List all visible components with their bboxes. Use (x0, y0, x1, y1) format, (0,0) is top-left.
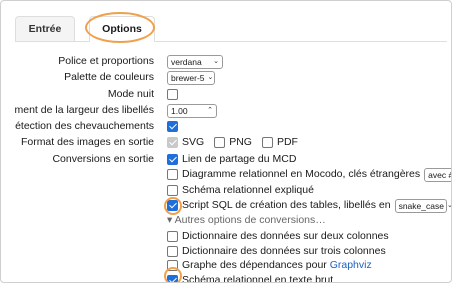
dict-three-row: Dictionnaire des données sur trois colon… (1, 244, 451, 259)
overlap-row: étection des chevauchements (1, 119, 451, 134)
case-select-value: snake_case (398, 200, 444, 211)
label-width-value: 1.00 (171, 105, 188, 116)
options-panel: Entrée Options Police et proportions ver… (0, 0, 452, 283)
sql-script-label: Script SQL de création des tables, libel… (182, 199, 391, 211)
graphviz-link[interactable]: Graphviz (330, 258, 372, 273)
palette-select[interactable]: brewer-5 ⌄ (167, 70, 215, 85)
sql-script-row: Script SQL de création des tables, libel… (1, 198, 451, 213)
tab-options[interactable]: Options (89, 16, 155, 42)
case-select[interactable]: snake_case ⌄ (394, 198, 451, 213)
palette-row: Palette de couleurs brewer-5 ⌄ (1, 70, 451, 85)
font-row: Police et proportions verdana ⌄ (1, 54, 451, 69)
foreign-key-value: avec # (428, 169, 452, 180)
graph-checkbox[interactable] (167, 260, 178, 271)
pdf-checkbox[interactable] (261, 137, 273, 148)
label-width-input[interactable]: 1.00 ⌃ (167, 103, 217, 118)
dict-two-label: Dictionnaire des données sur deux colonn… (182, 230, 389, 242)
raw-schema-label: Schéma relationnel en texte brut (182, 274, 334, 283)
mocodo-diagram-label: Diagramme relationnel en Mocodo, clés ét… (182, 168, 421, 180)
more-options-row: ▾ Autres options de conversions… (1, 213, 451, 228)
more-options-toggle[interactable]: ▾ Autres options de conversions… (167, 213, 326, 228)
night-mode-row: Mode nuit (1, 87, 451, 102)
label-width-row: ment de la largeur des libellés 1.00 ⌃ (1, 103, 451, 118)
dict-two-row: Dictionnaire des données sur deux colonn… (1, 229, 451, 244)
dict-three-label: Dictionnaire des données sur trois colon… (182, 245, 386, 257)
mocodo-diagram-row: Diagramme relationnel en Mocodo, clés ét… (1, 167, 452, 182)
png-checkbox[interactable] (214, 137, 226, 148)
dict-three-checkbox[interactable] (167, 246, 178, 257)
image-format-label: Format des images en sortie (20, 136, 154, 148)
explained-schema-row: Schéma relationnel expliqué (1, 183, 451, 198)
svg-label: SVG (182, 136, 205, 148)
explained-schema-label: Schéma relationnel expliqué (182, 184, 314, 196)
stepper-icon[interactable]: ⌃ (207, 105, 213, 117)
label-width-label: ment de la largeur des libellés (14, 104, 155, 116)
share-link-checkbox[interactable] (167, 154, 178, 165)
mocodo-diagram-checkbox[interactable] (167, 169, 178, 180)
raw-schema-row: Schéma relationnel en texte brut (1, 273, 451, 283)
pdf-label: PDF (276, 136, 298, 148)
chevron-down-icon: ⌄ (213, 57, 219, 65)
chevron-down-icon: ⌄ (447, 200, 451, 212)
svg-checkbox (167, 137, 178, 148)
image-format-row: Format des images en sortie SVG PNG PDF (1, 135, 451, 150)
tab-bar: Entrée Options (15, 12, 447, 43)
tab-entree[interactable]: Entrée (15, 16, 75, 41)
graph-label: Graphe des dépendances pour (182, 259, 330, 271)
conversions-row: Conversions en sortie Lien de partage du… (1, 152, 451, 167)
raw-schema-checkbox[interactable] (167, 275, 178, 282)
sql-script-checkbox[interactable] (167, 200, 178, 211)
night-mode-label: Mode nuit (107, 88, 154, 100)
palette-select-value: brewer-5 (171, 72, 205, 83)
palette-label: Palette de couleurs (64, 71, 154, 83)
conversions-label: Conversions en sortie (52, 153, 154, 165)
explained-schema-checkbox[interactable] (167, 185, 178, 196)
overlap-label: étection des chevauchements (15, 120, 154, 132)
overlap-checkbox[interactable] (167, 121, 178, 132)
foreign-key-select[interactable]: avec # (424, 167, 452, 182)
font-select[interactable]: verdana ⌄ (167, 54, 223, 69)
dict-two-checkbox[interactable] (167, 231, 178, 242)
png-label: PNG (229, 136, 252, 148)
font-label: Police et proportions (58, 55, 154, 67)
chevron-down-icon: ⌄ (207, 73, 214, 81)
share-link-label: Lien de partage du MCD (182, 153, 297, 165)
graph-row: Graphe des dépendances pour Graphviz (1, 258, 451, 273)
font-select-value: verdana (171, 56, 202, 67)
night-mode-checkbox[interactable] (167, 89, 178, 100)
